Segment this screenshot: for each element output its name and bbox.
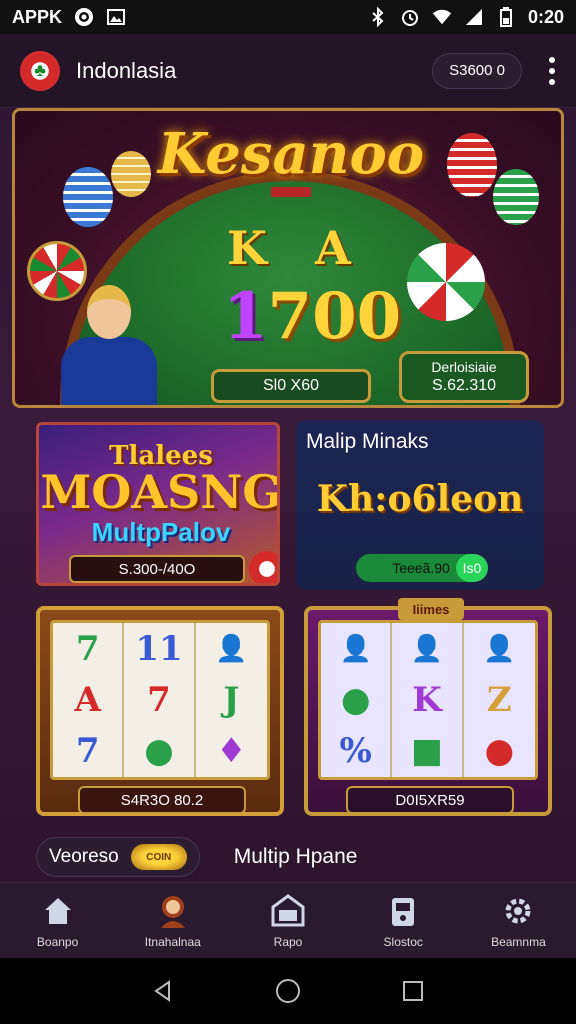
slot-symbol: 👤 (215, 633, 248, 664)
slot-symbol: A (53, 674, 125, 726)
wifi-icon (432, 7, 452, 27)
nav-label: Beamnma (491, 934, 546, 949)
slot-symbol: 7 (124, 674, 196, 726)
slot-symbol: 7 (53, 725, 125, 777)
home-icon (40, 893, 76, 929)
tv-icon (270, 893, 306, 929)
promo-title[interactable]: Multip Hpane (234, 845, 358, 869)
jackpot-digit: 1 (223, 279, 268, 354)
slot-symbol: K (392, 674, 464, 726)
slot-symbol: ♦ (216, 731, 247, 772)
nav-item-settings[interactable]: Beamnma (461, 883, 576, 958)
settings-gear-icon (500, 893, 536, 929)
home-circle-icon[interactable] (273, 976, 303, 1006)
slot-symbol: ● (484, 731, 515, 772)
hero-bet-pill[interactable]: Sl0 X60 (211, 369, 371, 403)
game-brand: Kh:o6leon (316, 478, 524, 520)
slot-symbol: % (321, 725, 393, 777)
gold-coin-icon: COIN (130, 844, 187, 870)
jackpot-digits: 700 (267, 279, 402, 354)
signal-icon (464, 7, 484, 27)
bluetooth-icon (368, 7, 388, 27)
nav-label: Rapo (273, 934, 303, 949)
slot-symbol: ■ (392, 725, 464, 777)
roulette-chip (407, 243, 485, 321)
play-button[interactable]: Is0 (456, 554, 488, 582)
slot-amount-pill[interactable]: D0I5XR59 (346, 786, 514, 814)
slot-symbol: ● (124, 725, 196, 777)
hero-subtitle-plate (271, 187, 311, 197)
prize-label: Derloisiaie (431, 359, 497, 375)
game-amount-pill[interactable]: S.300-/40O (69, 555, 245, 583)
jackpot-amount: 1700 (223, 279, 401, 354)
app-logo-icon[interactable]: ♣ (20, 50, 60, 91)
app-header: ♣ Indonlasia S3600 0 (0, 34, 576, 108)
nav-label: Boanpo (36, 934, 79, 949)
slot-amount-pill[interactable]: S4R3O 80.2 (78, 786, 246, 814)
app-screen: APPK 0:20 ♣ Indonlasia S3600 0 Kesanoo K… (0, 0, 576, 1024)
app-notification-icon (74, 7, 94, 27)
card-a: A (315, 221, 351, 275)
status-bar: APPK 0:20 (0, 0, 576, 34)
game-title-line3: MultpPalov (91, 517, 231, 547)
slot-symbol: 👤 (483, 633, 516, 664)
chip-icon (249, 551, 277, 583)
promo-label: Veoreso (49, 846, 119, 867)
slot-symbol: Z (486, 679, 512, 720)
slot-machine-classic[interactable]: 7 11 👤 A 7 J 7 ● ♦ S4R3O 80.2 (36, 606, 284, 816)
more-vert-icon[interactable] (548, 56, 556, 85)
carrier-label: APPK (12, 6, 63, 27)
app-title: Indonlasia (76, 57, 177, 83)
nav-item-home[interactable]: Boanpo (0, 883, 115, 958)
bottom-navigation: Boanpo Itnahalnaa Rapo Slostoc Beamnma (0, 882, 576, 958)
slot-machine-faces[interactable]: Iiimes 👤 👤 👤 ● K Z % ■ ● D0I5XR59 (304, 598, 552, 816)
slot-symbol: 11 (124, 623, 196, 675)
slot-symbol: 7 (53, 623, 125, 675)
slot-symbol: 👤 (321, 623, 393, 675)
slot-symbol: ● (321, 674, 393, 726)
slot-reels: 👤 👤 👤 ● K Z % ■ ● (318, 620, 538, 780)
hero-title: Kesanoo (157, 121, 425, 187)
back-icon[interactable] (148, 976, 178, 1006)
recents-icon[interactable] (398, 976, 428, 1006)
promo-chip[interactable]: Veoreso COIN (36, 837, 200, 877)
nav-item-slots[interactable]: Slostoc (346, 883, 461, 958)
promo-strip: Veoreso COIN Multip Hpane (36, 836, 540, 878)
game-card-kholeon[interactable]: Malip Minaks Kh:o6leon Teeeã.90 Is0 (296, 420, 544, 590)
alarm-icon (400, 7, 420, 27)
slot-badge: Iiimes (398, 598, 464, 620)
system-navigation-bar (0, 958, 576, 1024)
slot-reels: 7 11 👤 A 7 J 7 ● ♦ (50, 620, 270, 780)
clock: 0:20 (527, 6, 564, 27)
nav-label: Itnahalnaa (144, 934, 201, 949)
game-title-line2: MOASNG (40, 465, 280, 519)
nav-item-profile[interactable]: Itnahalnaa (115, 883, 230, 958)
game-heading: Malip Minaks (306, 430, 429, 453)
game-card-moasng[interactable]: Tlalees MOASNG MultpPalov S.300-/40O (36, 422, 280, 586)
slot-symbol: J (223, 679, 240, 720)
image-icon (106, 7, 126, 27)
slot-symbol: 👤 (392, 623, 464, 675)
nav-item-tv[interactable]: Rapo (230, 883, 345, 958)
hero-banner[interactable]: Kesanoo K A 1700 Sl0 X60 Derloisiaie S.6… (12, 108, 564, 408)
roulette-wheel-icon (27, 241, 87, 301)
card-k: K (227, 221, 267, 275)
battery-icon (496, 7, 516, 27)
prize-value: S.62.310 (431, 376, 497, 394)
profile-avatar-icon (155, 893, 191, 929)
hero-prize-pill[interactable]: Derloisiaie S.62.310 (399, 351, 529, 403)
nav-label: Slostoc (383, 934, 423, 949)
balance-display[interactable]: S3600 0 (432, 52, 522, 89)
slots-icon (385, 893, 421, 929)
